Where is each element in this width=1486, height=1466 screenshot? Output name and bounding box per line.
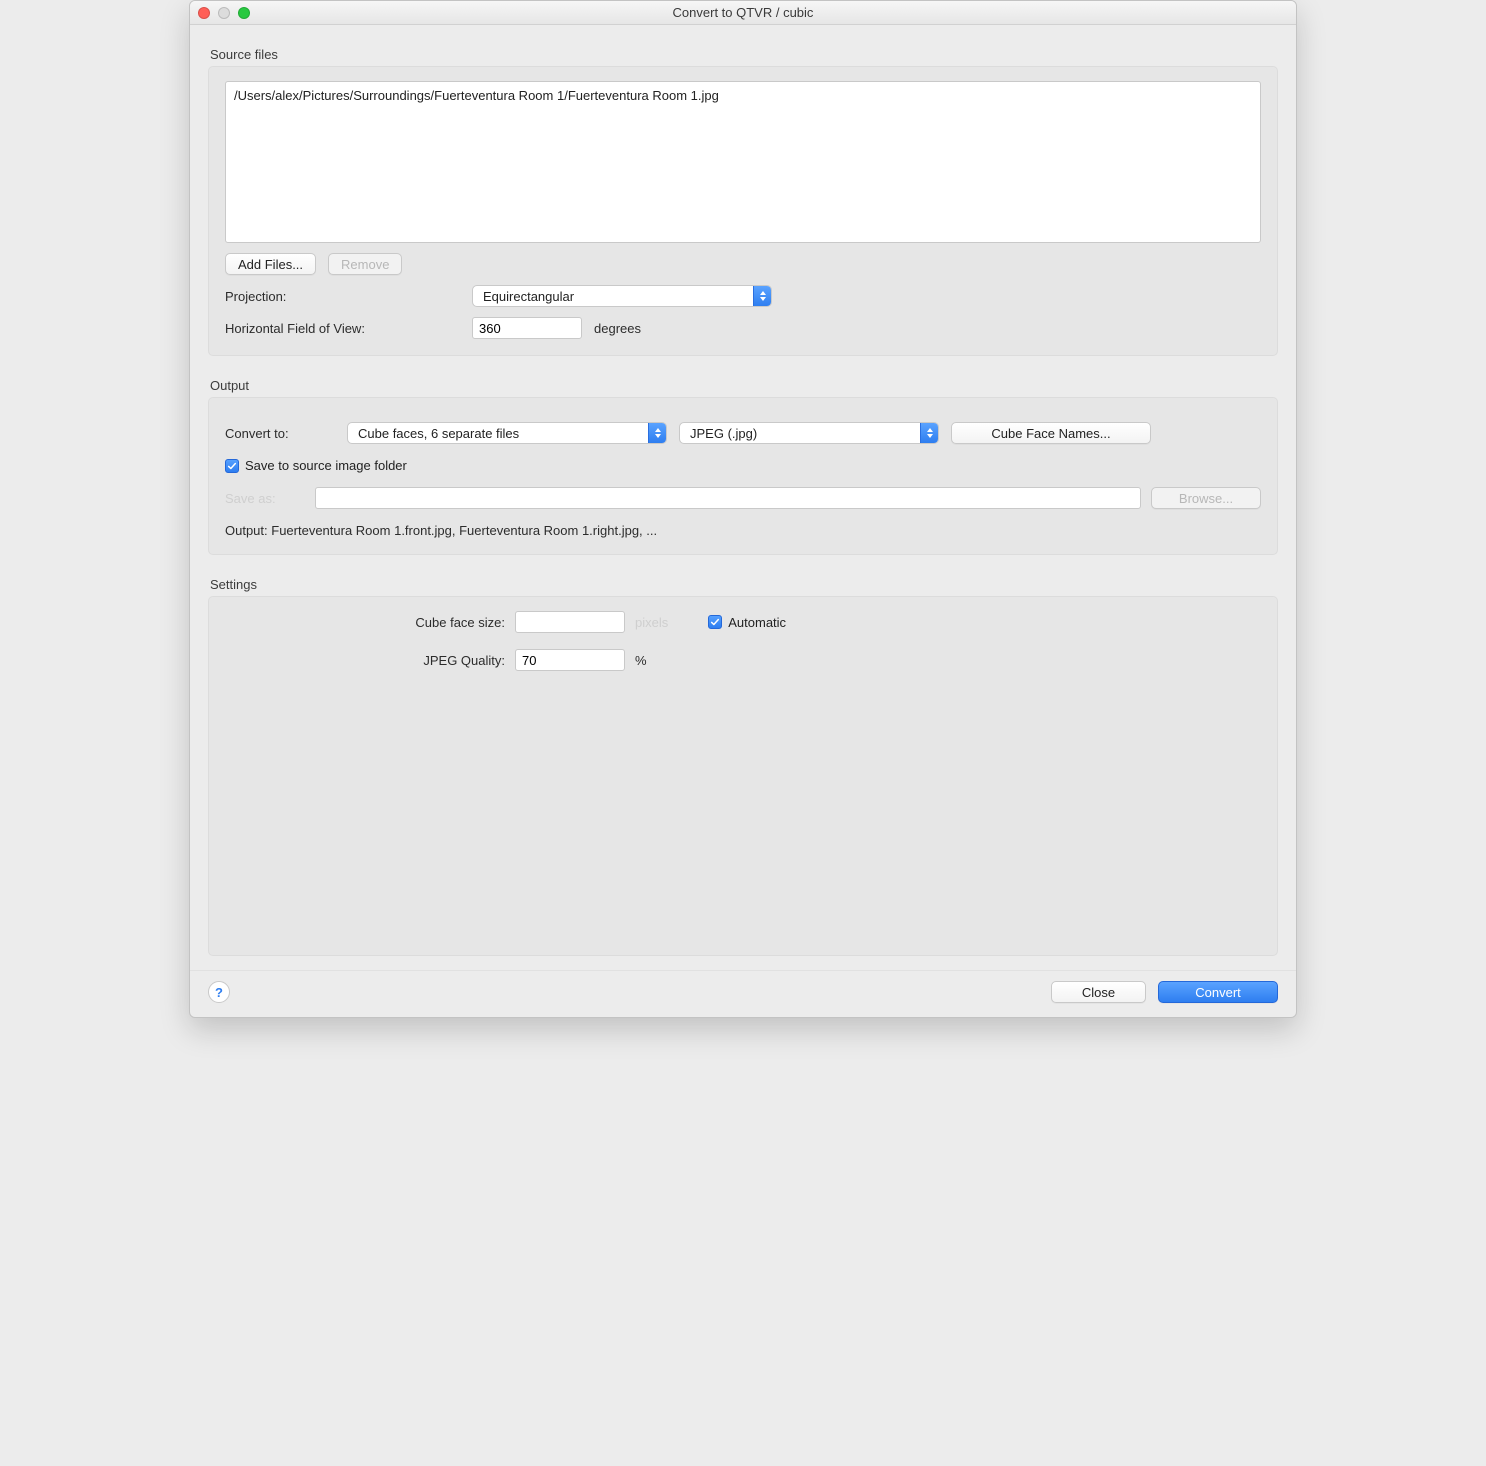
help-icon[interactable]: ? [208, 981, 230, 1003]
title-bar: Convert to QTVR / cubic [190, 1, 1296, 25]
browse-button: Browse... [1151, 487, 1261, 509]
jpeg-quality-input[interactable] [515, 649, 625, 671]
window-body: Source files /Users/alex/Pictures/Surrou… [190, 25, 1296, 970]
source-file-list[interactable]: /Users/alex/Pictures/Surroundings/Fuerte… [225, 81, 1261, 243]
projection-value: Equirectangular [473, 289, 600, 304]
convert-to-label: Convert to: [225, 426, 335, 441]
projection-label: Projection: [225, 289, 460, 304]
convert-to-value: Cube faces, 6 separate files [348, 426, 545, 441]
source-file-item[interactable]: /Users/alex/Pictures/Surroundings/Fuerte… [234, 88, 719, 103]
traffic-lights [198, 7, 250, 19]
automatic-label: Automatic [728, 615, 786, 630]
close-button[interactable]: Close [1051, 981, 1146, 1003]
jpeg-quality-units: % [635, 653, 647, 668]
save-as-input [315, 487, 1141, 509]
checkmark-icon [225, 459, 239, 473]
window-zoom-icon[interactable] [238, 7, 250, 19]
convert-button[interactable]: Convert [1158, 981, 1278, 1003]
convert-to-select[interactable]: Cube faces, 6 separate files [347, 422, 667, 444]
window-close-icon[interactable] [198, 7, 210, 19]
jpeg-quality-row: JPEG Quality: % [345, 649, 1261, 671]
settings-label: Settings [210, 577, 1278, 592]
window-title: Convert to QTVR / cubic [198, 5, 1288, 20]
window: Convert to QTVR / cubic Source files /Us… [189, 0, 1297, 1018]
projection-select[interactable]: Equirectangular [472, 285, 772, 307]
cube-face-names-button[interactable]: Cube Face Names... [951, 422, 1151, 444]
format-value: JPEG (.jpg) [680, 426, 783, 441]
output-label: Output [210, 378, 1278, 393]
cube-face-size-units: pixels [635, 615, 668, 630]
save-to-source-row: Save to source image folder [225, 458, 1261, 473]
hfov-label: Horizontal Field of View: [225, 321, 460, 336]
source-file-buttons-row: Add Files... Remove [225, 253, 1261, 275]
window-minimize-icon [218, 7, 230, 19]
save-as-label: Save as: [225, 491, 305, 506]
output-group: Convert to: Cube faces, 6 separate files… [208, 397, 1278, 555]
source-files-group: /Users/alex/Pictures/Surroundings/Fuerte… [208, 66, 1278, 356]
cube-face-size-label: Cube face size: [345, 615, 505, 630]
save-as-row: Save as: Browse... [225, 487, 1261, 509]
cube-face-size-row: Cube face size: pixels Automatic [345, 611, 1261, 633]
remove-button: Remove [328, 253, 402, 275]
hfov-units: degrees [594, 321, 641, 336]
hfov-input[interactable] [472, 317, 582, 339]
cube-face-size-input [515, 611, 625, 633]
save-to-source-checkbox[interactable]: Save to source image folder [225, 458, 407, 473]
add-files-button[interactable]: Add Files... [225, 253, 316, 275]
hfov-row: Horizontal Field of View: degrees [225, 317, 1261, 339]
automatic-checkbox[interactable]: Automatic [708, 615, 786, 630]
save-to-source-label: Save to source image folder [245, 458, 407, 473]
jpeg-quality-label: JPEG Quality: [345, 653, 505, 668]
convert-to-row: Convert to: Cube faces, 6 separate files… [225, 422, 1261, 444]
output-summary: Output: Fuerteventura Room 1.front.jpg, … [225, 523, 1261, 538]
chevron-up-down-icon [648, 423, 666, 443]
projection-row: Projection: Equirectangular [225, 285, 1261, 307]
source-files-label: Source files [210, 47, 1278, 62]
format-select[interactable]: JPEG (.jpg) [679, 422, 939, 444]
checkmark-icon [708, 615, 722, 629]
settings-group: Cube face size: pixels Automatic JPEG Qu… [208, 596, 1278, 956]
chevron-up-down-icon [753, 286, 771, 306]
chevron-up-down-icon [920, 423, 938, 443]
footer: ? Close Convert [190, 970, 1296, 1017]
